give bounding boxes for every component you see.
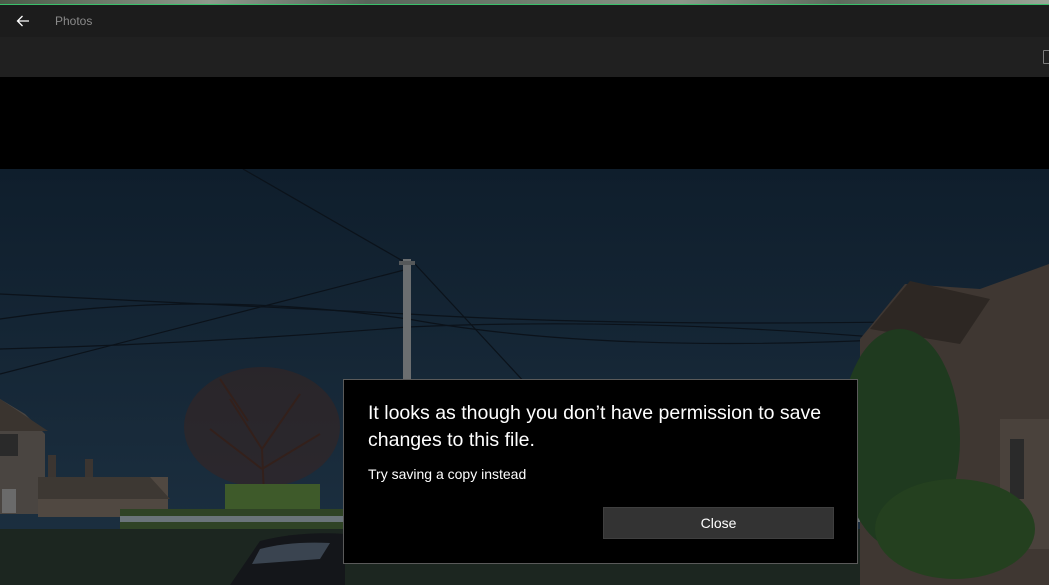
title-bar: Photos bbox=[0, 5, 1049, 37]
save-icon[interactable] bbox=[1043, 50, 1049, 64]
close-button[interactable]: Close bbox=[603, 507, 834, 539]
back-button[interactable] bbox=[0, 5, 46, 37]
dialog-title: It looks as though you don’t have permis… bbox=[368, 402, 822, 451]
permission-dialog: It looks as though you don’t have permis… bbox=[343, 379, 858, 564]
toolbar bbox=[0, 37, 1049, 77]
arrow-left-icon bbox=[16, 15, 29, 27]
photo-letterbox bbox=[0, 77, 1049, 169]
dialog-message: Try saving a copy instead bbox=[368, 466, 527, 482]
app-title: Photos bbox=[55, 14, 93, 28]
